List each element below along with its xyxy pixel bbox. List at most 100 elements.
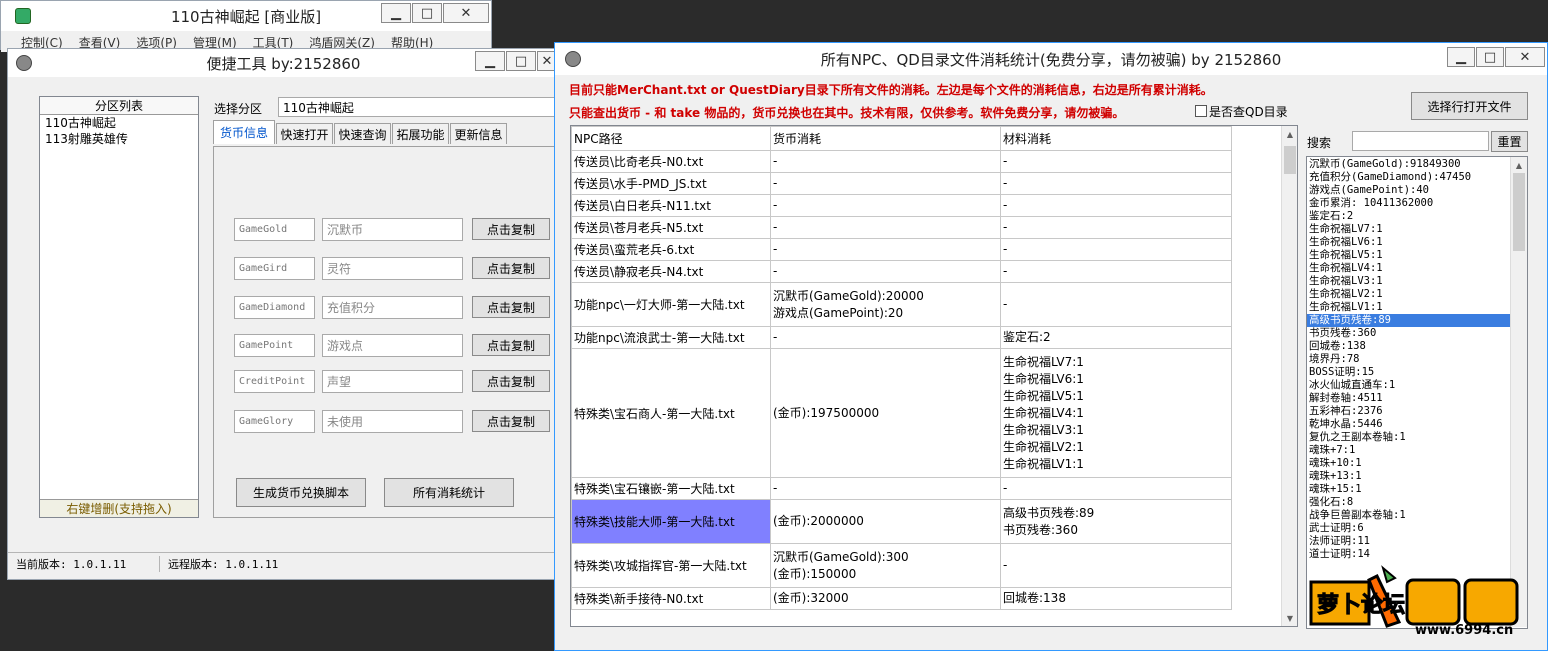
currency-name-field[interactable]: 未使用: [322, 410, 463, 433]
quick-minimize-button[interactable]: ▁: [475, 51, 505, 71]
tab-update-info[interactable]: 更新信息: [450, 123, 507, 144]
column-header-material[interactable]: 材料消耗: [1000, 126, 1232, 151]
currency-key-field[interactable]: GameGlory: [234, 410, 315, 433]
scroll-down-arrow-icon[interactable]: ▼: [1282, 610, 1297, 626]
material-cell[interactable]: 高级书页残卷:89 书页残卷:360: [1000, 499, 1232, 544]
currency-cell[interactable]: (金币):32000: [770, 587, 1001, 610]
npc-path-cell[interactable]: 传送员\白日老兵-N11.txt: [571, 194, 771, 217]
tab-extension[interactable]: 拓展功能: [392, 123, 449, 144]
stats-maximize-button[interactable]: □: [1476, 47, 1504, 67]
totals-scrollbar-thumb[interactable]: [1513, 173, 1525, 251]
material-cell[interactable]: -: [1000, 543, 1232, 588]
currency-cell[interactable]: -: [770, 150, 1001, 173]
list-item[interactable]: 法师证明:11: [1307, 535, 1527, 548]
table-row[interactable]: 传送员\水手-PMD_JS.txt - -: [571, 172, 1232, 195]
table-row[interactable]: 特殊类\新手接待-N0.txt (金币):32000 回城卷:138: [571, 587, 1232, 610]
table-row[interactable]: 功能npc\一灯大师-第一大陆.txt 沉默币(GameGold):20000 游戏…: [571, 282, 1232, 327]
list-item[interactable]: 鉴定石:2: [1307, 210, 1527, 223]
list-item[interactable]: 生命祝福LV7:1: [1307, 223, 1527, 236]
currency-cell[interactable]: -: [770, 238, 1001, 261]
copy-button[interactable]: 点击复制: [472, 296, 550, 318]
currency-key-field[interactable]: GameDiamond: [234, 296, 315, 319]
currency-key-field[interactable]: GameGird: [234, 257, 315, 280]
currency-name-field[interactable]: 沉默币: [322, 218, 463, 241]
table-row[interactable]: 传送员\蛮荒老兵-6.txt - -: [571, 238, 1232, 261]
partition-item[interactable]: 113射雕英雄传: [40, 131, 198, 147]
list-item[interactable]: 充值积分(GameDiamond):47450: [1307, 171, 1527, 184]
table-row[interactable]: 传送员\苍月老兵-N5.txt - -: [571, 216, 1232, 239]
currency-cell[interactable]: -: [770, 326, 1001, 349]
list-item[interactable]: 生命祝福LV2:1: [1307, 288, 1527, 301]
npc-path-cell[interactable]: 传送员\水手-PMD_JS.txt: [571, 172, 771, 195]
currency-cell[interactable]: 沉默币(GameGold):20000 游戏点(GamePoint):20: [770, 282, 1001, 327]
grid-vertical-scrollbar[interactable]: ▲ ▼: [1281, 126, 1297, 626]
reset-button[interactable]: 重置: [1491, 131, 1528, 152]
copy-button[interactable]: 点击复制: [472, 257, 550, 279]
currency-key-field[interactable]: CreditPoint: [234, 370, 315, 393]
list-item[interactable]: 回城卷:138: [1307, 340, 1527, 353]
maximize-button[interactable]: □: [412, 3, 442, 23]
list-item[interactable]: 生命祝福LV3:1: [1307, 275, 1527, 288]
npc-path-cell[interactable]: 功能npc\流浪武士-第一大陆.txt: [571, 326, 771, 349]
list-item[interactable]: 武士证明:6: [1307, 522, 1527, 535]
table-row[interactable]: 特殊类\宝石商人-第一大陆.txt (金币):197500000 生命祝福LV7:1…: [571, 348, 1232, 478]
column-header-npc-path[interactable]: NPC路径: [571, 126, 771, 151]
list-item[interactable]: 魂珠+15:1: [1307, 483, 1527, 496]
npc-path-cell[interactable]: 传送员\静寂老兵-N4.txt: [571, 260, 771, 283]
list-item[interactable]: 高级书页残卷:89: [1307, 314, 1527, 327]
partition-select[interactable]: 110古神崛起: [278, 97, 561, 117]
stats-minimize-button[interactable]: ▁: [1447, 47, 1475, 67]
currency-name-field[interactable]: 游戏点: [322, 334, 463, 357]
scroll-up-arrow-icon[interactable]: ▲: [1282, 126, 1297, 142]
tab-quick-query[interactable]: 快速查询: [334, 123, 391, 144]
list-item[interactable]: 境界丹:78: [1307, 353, 1527, 366]
currency-cell[interactable]: -: [770, 477, 1001, 500]
column-header-currency[interactable]: 货币消耗: [770, 126, 1001, 151]
npc-path-cell[interactable]: 传送员\苍月老兵-N5.txt: [571, 216, 771, 239]
list-item[interactable]: 乾坤水晶:5446: [1307, 418, 1527, 431]
all-stats-button[interactable]: 所有消耗统计: [384, 478, 514, 507]
currency-name-field[interactable]: 灵符: [322, 257, 463, 280]
list-item[interactable]: 道士证明:14: [1307, 548, 1527, 561]
currency-cell[interactable]: -: [770, 172, 1001, 195]
open-selected-file-button[interactable]: 选择行打开文件: [1411, 92, 1528, 120]
generate-exchange-script-button[interactable]: 生成货币兑换脚本: [236, 478, 366, 507]
currency-cell[interactable]: -: [770, 216, 1001, 239]
partition-item[interactable]: 110古神崛起: [40, 115, 198, 131]
npc-path-cell[interactable]: 传送员\蛮荒老兵-6.txt: [571, 238, 771, 261]
minimize-button[interactable]: ▁: [381, 3, 411, 23]
list-item[interactable]: BOSS证明:15: [1307, 366, 1527, 379]
qd-directory-checkbox[interactable]: [1195, 105, 1207, 117]
search-input[interactable]: [1352, 131, 1489, 151]
currency-cell[interactable]: (金币):2000000: [770, 499, 1001, 544]
totals-listbox[interactable]: 沉默币(GameGold):91849300 充值积分(GameDiamond):…: [1306, 156, 1528, 629]
partition-list[interactable]: 分区列表 110古神崛起 113射雕英雄传 右键增删(支持拖入): [39, 96, 199, 518]
table-row[interactable]: 传送员\白日老兵-N11.txt - -: [571, 194, 1232, 217]
list-item[interactable]: 五彩神石:2376: [1307, 405, 1527, 418]
main-titlebar[interactable]: 110古神崛起 [商业版] ▁ □ ✕: [1, 1, 491, 31]
table-row[interactable]: 功能npc\流浪武士-第一大陆.txt - 鉴定石:2: [571, 326, 1232, 349]
material-cell[interactable]: -: [1000, 150, 1232, 173]
list-item[interactable]: 魂珠+7:1: [1307, 444, 1527, 457]
table-row[interactable]: 传送员\静寂老兵-N4.txt - -: [571, 260, 1232, 283]
material-cell[interactable]: 生命祝福LV7:1 生命祝福LV6:1 生命祝福LV5:1 生命祝福LV4:1 生命祝福…: [1000, 348, 1232, 478]
list-item[interactable]: 魂珠+10:1: [1307, 457, 1527, 470]
npc-path-cell[interactable]: 特殊类\技能大师-第一大陆.txt: [571, 499, 771, 544]
quick-titlebar[interactable]: 便捷工具 by:2152860 ▁ □ ✕: [8, 49, 559, 77]
material-cell[interactable]: -: [1000, 477, 1232, 500]
list-item[interactable]: 书页残卷:360: [1307, 327, 1527, 340]
totals-scroll-up-arrow-icon[interactable]: ▲: [1511, 157, 1527, 173]
table-row[interactable]: 特殊类\攻城指挥官-第一大陆.txt 沉默币(GameGold):300 (金币):…: [571, 543, 1232, 588]
material-cell[interactable]: -: [1000, 282, 1232, 327]
copy-button[interactable]: 点击复制: [472, 370, 550, 392]
material-cell[interactable]: 回城卷:138: [1000, 587, 1232, 610]
list-item[interactable]: 生命祝福LV4:1: [1307, 262, 1527, 275]
list-item[interactable]: 魂珠+13:1: [1307, 470, 1527, 483]
currency-name-field[interactable]: 充值积分: [322, 296, 463, 319]
currency-cell[interactable]: 沉默币(GameGold):300 (金币):150000: [770, 543, 1001, 588]
npc-path-cell[interactable]: 功能npc\一灯大师-第一大陆.txt: [571, 282, 771, 327]
table-row[interactable]: 特殊类\技能大师-第一大陆.txt (金币):2000000 高级书页残卷:89 书页…: [571, 499, 1232, 544]
material-cell[interactable]: -: [1000, 260, 1232, 283]
table-row[interactable]: 特殊类\宝石镶嵌-第一大陆.txt - -: [571, 477, 1232, 500]
currency-key-field[interactable]: GameGold: [234, 218, 315, 241]
